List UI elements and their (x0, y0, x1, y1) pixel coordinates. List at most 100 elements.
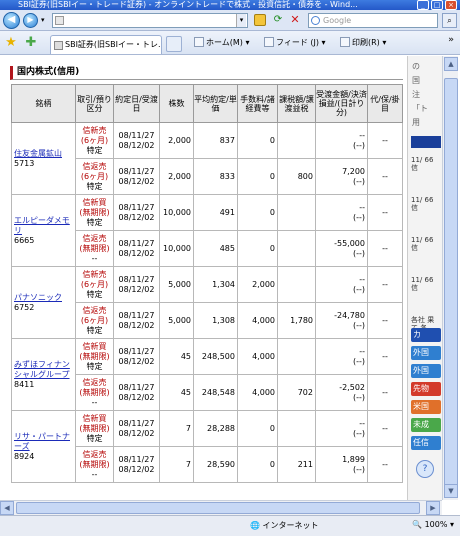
feed-button[interactable]: フィード (J) ▾ (264, 35, 326, 51)
scroll-down-icon[interactable]: ▼ (444, 484, 458, 498)
pnl-cell: 1,899 (--) (315, 446, 368, 483)
pnl-daytrade: (--) (352, 284, 365, 294)
side-news-item[interactable]: 11/ 66 信 (411, 156, 441, 172)
minimize-button[interactable]: _ (417, 0, 429, 10)
qty-cell: 45 (159, 374, 194, 411)
stock-name-link[interactable]: みずほフィナンシャルグループ (14, 360, 73, 380)
account-type: 特定 (86, 325, 103, 335)
pnl-value: -- (359, 418, 365, 428)
more-commands-icon[interactable]: » (448, 35, 454, 45)
close-button[interactable]: × (445, 0, 457, 10)
pnl-cell: 7,200 (--) (315, 158, 368, 195)
side-text: 国 (412, 76, 420, 85)
print-button[interactable]: 印刷(R) ▾ (340, 35, 386, 51)
pnl-value: -- (359, 274, 365, 284)
trade-type-cell: 信新売 (6ヶ月) 特定 (75, 266, 114, 303)
refresh-icon[interactable]: ⟳ (272, 14, 284, 26)
price-cell: 248,548 (193, 374, 238, 411)
settle-date: 08/12/02 (118, 356, 155, 366)
trade-term: (無期限) (79, 207, 110, 217)
tab-sbi[interactable]: SBI証券(旧SBIイー・トレ... (50, 35, 162, 54)
trade-type: 信返売 (82, 305, 107, 315)
maximize-button[interactable]: □ (431, 0, 443, 10)
side-menu-button[interactable]: 任信 (411, 436, 441, 450)
pnl-value: -- (359, 346, 365, 356)
trade-term: (6ヶ月) (80, 315, 109, 325)
side-menu-button[interactable]: 米国 (411, 400, 441, 414)
stock-name-link[interactable]: リサ・パートナーズ (14, 432, 73, 452)
horizontal-scrollbar[interactable]: ◀ ▶ (0, 500, 442, 515)
side-menu-button[interactable]: カ (411, 328, 441, 342)
trade-type-cell: 信返売 (6ヶ月) 特定 (75, 302, 114, 339)
agent-cell: -- (367, 230, 403, 267)
favorites-star-icon[interactable]: ★ (4, 36, 18, 50)
feed-icon (264, 37, 274, 47)
side-menu-button[interactable]: 先物 (411, 382, 441, 396)
side-menu-button[interactable]: 外国 (411, 346, 441, 360)
home-button[interactable]: ホーム(M) ▾ (194, 35, 249, 51)
search-icon[interactable]: ⌕ (442, 13, 457, 28)
pnl-cell: -- (--) (315, 266, 368, 303)
agent-cell: -- (367, 122, 403, 159)
scroll-left-icon[interactable]: ◀ (0, 501, 14, 515)
scroll-thumb[interactable] (444, 78, 458, 486)
forward-button[interactable]: ▶ (23, 13, 38, 28)
help-icon[interactable]: ? (416, 460, 434, 478)
agent-cell: -- (367, 446, 403, 483)
fee-cell: 0 (237, 446, 278, 483)
side-menu-button[interactable]: 外国 (411, 364, 441, 378)
price-cell: 1,308 (193, 302, 238, 339)
trade-type-cell: 信新買 (無期限) 特定 (75, 410, 114, 447)
qty-cell: 7 (159, 410, 194, 447)
date-cell: 08/11/27 08/12/02 (113, 338, 160, 375)
lock-icon[interactable] (254, 14, 266, 26)
account-type: 特定 (86, 433, 103, 443)
stop-icon[interactable]: ✕ (289, 14, 301, 26)
scroll-up-icon[interactable]: ▲ (444, 57, 458, 71)
side-news-item[interactable]: 11/ 66 信 (411, 236, 441, 252)
stock-name-link[interactable]: エルピーダメモリ (14, 216, 73, 236)
settle-date: 08/12/02 (118, 464, 155, 474)
date-cell: 08/11/27 08/12/02 (113, 158, 160, 195)
side-menu-button[interactable]: 未成 (411, 418, 441, 432)
trade-date: 08/11/27 (118, 130, 155, 140)
stock-cell: みずほフィナンシャルグループ 8411 (11, 338, 76, 411)
right-side-panel: の国注「ト用 11/ 66 信 11/ 66 信 11/ 66 信 11/ 66 信各社… (407, 56, 442, 500)
history-dropdown-icon[interactable]: ▾ (41, 16, 45, 24)
fee-cell: 0 (237, 122, 278, 159)
fee-cell: 4,000 (237, 302, 278, 339)
stock-name-link[interactable]: パナソニック (14, 293, 73, 303)
back-button[interactable]: ◀ (3, 12, 20, 29)
price-cell: 833 (193, 158, 238, 195)
positions-table: 銘柄 取引/預り区分 約定日/受渡日 株数 平均約定/単価 手数料/諸経費等 課… (11, 84, 403, 483)
print-label: 印刷(R) (352, 38, 380, 47)
price-cell: 491 (193, 194, 238, 231)
stock-cell: エルピーダメモリ 6665 (11, 194, 76, 267)
pnl-daytrade: (--) (352, 140, 365, 150)
side-text: 「ト (412, 104, 428, 113)
new-tab-button[interactable] (166, 36, 182, 52)
side-news-item[interactable]: 11/ 66 信 (411, 276, 441, 292)
search-input[interactable]: Google (308, 13, 438, 28)
side-news-item[interactable]: 11/ 66 信 (411, 196, 441, 212)
header-avg: 平均約定/単価 (193, 84, 238, 123)
header-qty: 株数 (159, 84, 194, 123)
address-bar: ◀ ▶ ▾ ▾ ⟳ ✕ Google ⌕ (0, 10, 460, 31)
stock-code: 8924 (14, 451, 35, 461)
pnl-value: -- (359, 202, 365, 212)
zone-label: インターネット (262, 521, 319, 530)
add-favorites-icon[interactable]: ✚ (24, 36, 38, 50)
pnl-daytrade: (--) (352, 212, 365, 222)
url-dropdown-icon[interactable]: ▾ (236, 14, 246, 27)
pnl-daytrade: (--) (352, 428, 365, 438)
url-input[interactable] (52, 13, 248, 28)
pnl-cell: -24,780 (--) (315, 302, 368, 339)
hscroll-thumb[interactable] (16, 502, 420, 514)
zoom-level[interactable]: 🔍 100% ▾ (412, 520, 454, 529)
vertical-scrollbar[interactable]: ▲ ▼ (442, 56, 458, 500)
price-cell: 28,288 (193, 410, 238, 447)
trade-term: (6ヶ月) (80, 279, 109, 289)
stock-name-link[interactable]: 住友金属鉱山 (14, 149, 73, 159)
account-type: -- (91, 469, 98, 479)
scroll-right-icon[interactable]: ▶ (426, 501, 440, 515)
